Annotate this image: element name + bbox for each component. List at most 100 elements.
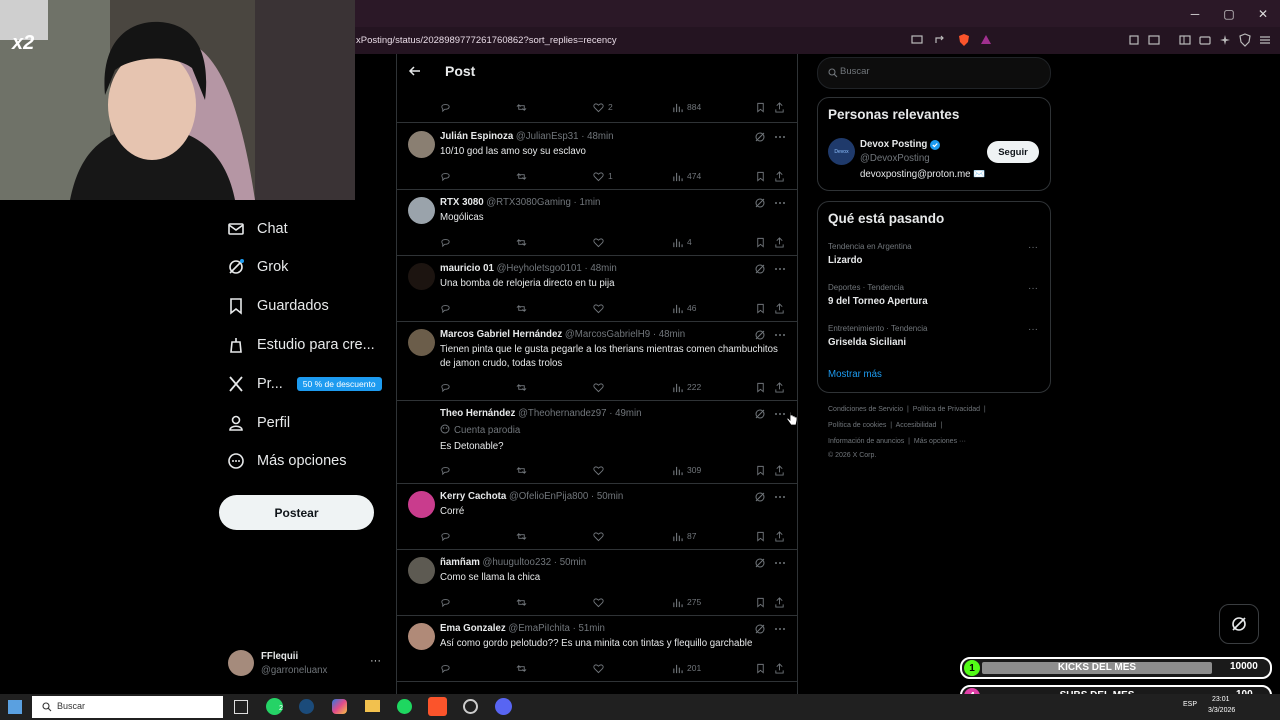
- brave-rewards-icon[interactable]: [979, 33, 993, 47]
- brave-shield-icon[interactable]: [957, 33, 971, 47]
- repost-icon[interactable]: [516, 171, 527, 182]
- footer-link[interactable]: Accesibilidad: [896, 422, 937, 429]
- repost-icon[interactable]: [516, 465, 527, 476]
- repost-icon[interactable]: [516, 303, 527, 314]
- tweet-handle-time[interactable]: @MarcosGabrielH9 · 48min: [565, 329, 685, 340]
- tweet-author-name[interactable]: ñamñam: [440, 557, 480, 568]
- taskbar-search[interactable]: Buscar: [32, 696, 223, 718]
- tweet-more-icon[interactable]: [774, 491, 786, 503]
- views-icon[interactable]: [672, 382, 683, 393]
- grok-explain-icon[interactable]: [754, 623, 766, 635]
- reply-icon[interactable]: [440, 531, 451, 542]
- heart-icon[interactable]: [593, 465, 604, 476]
- grok-explain-icon[interactable]: [754, 408, 766, 420]
- bookmark-icon[interactable]: [755, 102, 766, 113]
- views-icon[interactable]: [672, 102, 683, 113]
- show-more-link[interactable]: Mostrar más: [828, 369, 882, 380]
- tweet-more-icon[interactable]: [774, 131, 786, 143]
- relevant-name-wrap[interactable]: Devox Posting: [860, 139, 941, 150]
- trend-item[interactable]: Entretenimiento · Tendencia Griselda Sic…: [828, 324, 1040, 348]
- views-icon[interactable]: [672, 663, 683, 674]
- tweet-avatar[interactable]: [408, 263, 435, 290]
- bookmark-icon[interactable]: [755, 597, 766, 608]
- tweet-avatar[interactable]: [408, 408, 435, 435]
- trend-item[interactable]: Tendencia en Argentina Lizardo ···: [828, 242, 1040, 266]
- nav-studio[interactable]: Estudio para cre...: [227, 330, 375, 360]
- reply-tweet[interactable]: Kerry Cachota @OfelioEnPija800 · 50min Co…: [397, 483, 797, 550]
- tweet-handle-time[interactable]: @OfelioEnPija800 · 50min: [509, 491, 623, 502]
- bookmark-icon[interactable]: [755, 303, 766, 314]
- vpn-icon[interactable]: [1238, 33, 1252, 47]
- share-icon[interactable]: [774, 302, 785, 314]
- reply-icon[interactable]: [440, 597, 451, 608]
- nav-guardados[interactable]: Guardados: [227, 291, 329, 321]
- nav-premium[interactable]: Pr... 50 % de descuento: [227, 369, 382, 399]
- obs-icon[interactable]: [463, 699, 478, 714]
- account-avatar[interactable]: [228, 650, 254, 676]
- tweet-author-name[interactable]: Julián Espinoza: [440, 131, 513, 142]
- spotify-icon[interactable]: [397, 699, 412, 714]
- repost-icon[interactable]: [516, 102, 527, 113]
- tweet-more-icon[interactable]: [774, 623, 786, 635]
- footer-link[interactable]: Más opciones ···: [914, 438, 966, 445]
- tweet-handle-time[interactable]: @EmaPiIchita · 51min: [508, 623, 605, 634]
- bookmark-icon[interactable]: [755, 171, 766, 182]
- heart-icon[interactable]: [593, 237, 604, 248]
- reply-icon[interactable]: [440, 171, 451, 182]
- nav-grok[interactable]: Grok: [227, 252, 288, 282]
- heart-icon[interactable]: [593, 303, 604, 314]
- reply-icon[interactable]: [440, 237, 451, 248]
- share-icon[interactable]: [774, 662, 785, 674]
- share-icon[interactable]: [774, 596, 785, 608]
- grok-explain-icon[interactable]: [754, 329, 766, 341]
- leo-ai-icon[interactable]: [1218, 33, 1232, 47]
- footer-link[interactable]: Condiciones de Servicio: [828, 406, 903, 413]
- reply-tweet[interactable]: Theo Hernández @Theohernandez97 · 49min C…: [397, 400, 797, 484]
- clock-date[interactable]: 3/3/2026: [1208, 707, 1235, 714]
- tweet-avatar[interactable]: [408, 131, 435, 158]
- url-text[interactable]: xPosting/status/2028989777261760862?sort…: [356, 27, 617, 54]
- views-icon[interactable]: [672, 597, 683, 608]
- share-icon[interactable]: [933, 33, 947, 47]
- brave-browser-icon[interactable]: [428, 697, 447, 716]
- heart-icon[interactable]: [593, 597, 604, 608]
- heart-icon[interactable]: [593, 171, 604, 182]
- close-window-button[interactable]: ✕: [1246, 0, 1280, 27]
- views-icon[interactable]: [672, 465, 683, 476]
- tweet-handle-time[interactable]: @Theohernandez97 · 49min: [518, 408, 641, 419]
- sidebar-toggle-icon[interactable]: [1178, 33, 1192, 47]
- bookmark-icon[interactable]: [755, 531, 766, 542]
- share-icon[interactable]: [774, 464, 785, 476]
- bookmark-icon[interactable]: [755, 663, 766, 674]
- steam-icon[interactable]: [299, 699, 314, 714]
- copilot-icon[interactable]: [332, 699, 347, 714]
- trend-item[interactable]: Deportes · Tendencia 9 del Torneo Apertu…: [828, 283, 1040, 307]
- tweet-author-name[interactable]: RTX 3080: [440, 197, 484, 208]
- extensions-icon[interactable]: [1127, 33, 1141, 47]
- tweet-avatar[interactable]: [408, 623, 435, 650]
- grok-explain-icon[interactable]: [754, 557, 766, 569]
- views-icon[interactable]: [672, 237, 683, 248]
- cast-icon[interactable]: [910, 33, 924, 47]
- nav-chat[interactable]: Chat: [227, 214, 288, 244]
- share-icon[interactable]: [774, 236, 785, 248]
- account-name[interactable]: FFlequii: [261, 651, 298, 662]
- tweet-avatar[interactable]: [408, 329, 435, 356]
- footer-link[interactable]: Política de cookies: [828, 422, 886, 429]
- grok-explain-icon[interactable]: [754, 197, 766, 209]
- tweet-handle-time[interactable]: @Heyholetsgo0101 · 48min: [497, 263, 617, 274]
- bookmark-icon[interactable]: [755, 237, 766, 248]
- repost-icon[interactable]: [516, 531, 527, 542]
- discord-icon[interactable]: [495, 698, 512, 715]
- reply-tweet[interactable]: ñamñam @huugultoo232 · 50min Como se llam…: [397, 549, 797, 616]
- tweet-handle-time[interactable]: @RTX3080Gaming · 1min: [486, 197, 600, 208]
- post-button[interactable]: Postear: [219, 495, 374, 530]
- minimize-button[interactable]: ─: [1178, 0, 1212, 27]
- bookmark-icon[interactable]: [755, 465, 766, 476]
- share-icon[interactable]: [774, 170, 785, 182]
- start-icon[interactable]: [8, 700, 22, 714]
- repost-icon[interactable]: [516, 237, 527, 248]
- grok-float-button[interactable]: [1219, 604, 1259, 644]
- views-icon[interactable]: [672, 531, 683, 542]
- reply-icon[interactable]: [440, 465, 451, 476]
